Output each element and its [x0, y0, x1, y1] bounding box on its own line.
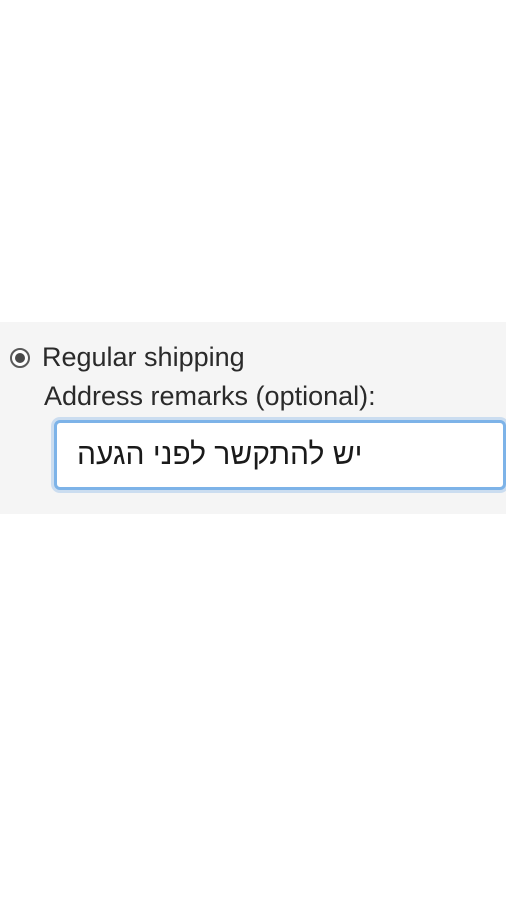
radio-button[interactable]: [10, 348, 30, 368]
address-remarks-label: Address remarks (optional):: [44, 381, 506, 412]
input-wrapper: [54, 420, 506, 490]
address-remarks-input[interactable]: [54, 420, 506, 490]
shipping-option-label: Regular shipping: [42, 342, 245, 373]
shipping-option-row[interactable]: Regular shipping: [10, 342, 506, 373]
radio-selected-dot: [15, 353, 25, 363]
shipping-form-section: Regular shipping Address remarks (option…: [0, 322, 506, 514]
